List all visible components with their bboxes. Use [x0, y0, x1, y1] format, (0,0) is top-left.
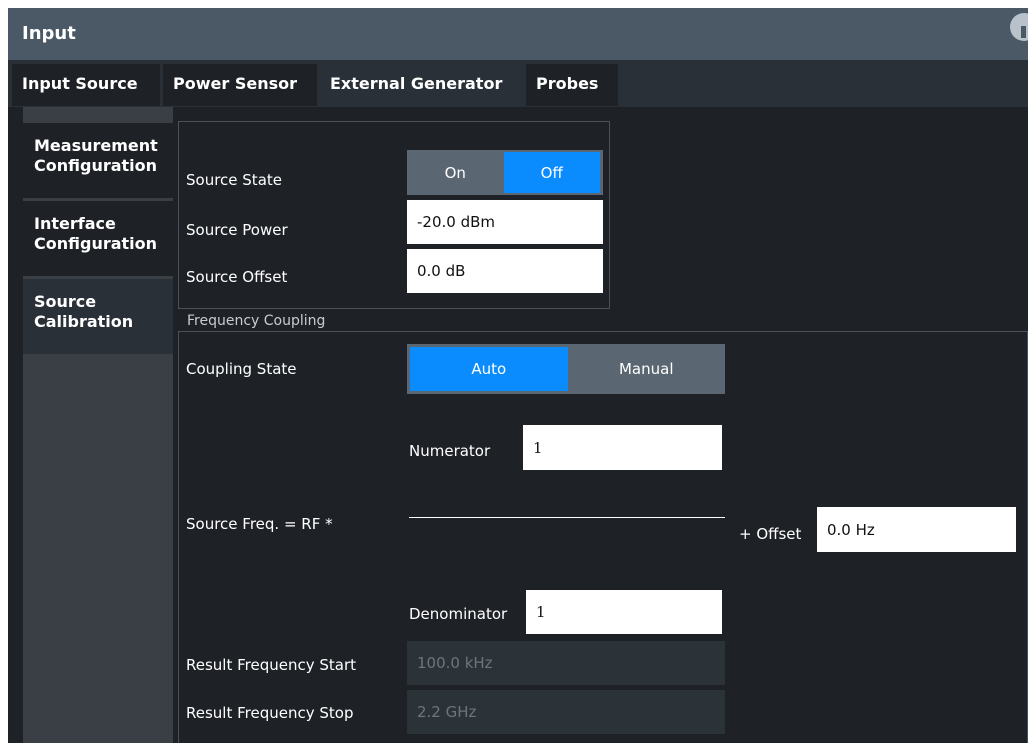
frequency-coupling-group-label: Frequency Coupling: [187, 313, 326, 329]
numerator-field[interactable]: 1: [523, 425, 722, 470]
title-bar: Input: [8, 8, 1028, 60]
denominator-label: Denominator: [409, 605, 508, 623]
result-frequency-stop-value: 2.2 GHz: [407, 690, 725, 734]
sidebar: Measurement Configuration Interface Conf…: [23, 107, 173, 743]
input-dialog: Input Input Source Power Sensor External…: [8, 8, 1028, 743]
coupling-manual-option[interactable]: Manual: [568, 344, 726, 394]
coupling-auto-option[interactable]: Auto: [410, 347, 568, 391]
dialog-title: Input: [22, 23, 76, 44]
close-icon[interactable]: [1010, 13, 1028, 41]
coupling-state-label: Coupling State: [186, 360, 297, 378]
source-offset-field[interactable]: 0.0 dB: [407, 249, 603, 293]
tab-power-sensor[interactable]: Power Sensor: [163, 64, 317, 106]
content-area: Measurement Configuration Interface Conf…: [8, 107, 1028, 743]
coupling-state-toggle: Auto Manual: [407, 344, 725, 394]
source-offset-label: Source Offset: [186, 268, 288, 286]
result-frequency-stop-label: Result Frequency Stop: [186, 704, 354, 722]
tab-probes[interactable]: Probes: [526, 64, 618, 106]
result-frequency-start-label: Result Frequency Start: [186, 656, 357, 674]
denominator-field[interactable]: 1: [526, 590, 722, 634]
tab-external-generator[interactable]: External Generator: [320, 64, 528, 106]
result-frequency-start-value: 100.0 kHz: [407, 641, 725, 685]
source-state-label: Source State: [186, 171, 282, 189]
source-state-off-option[interactable]: Off: [503, 152, 600, 193]
source-state-on-option[interactable]: On: [407, 150, 504, 195]
source-power-label: Source Power: [186, 221, 288, 239]
sidebar-item-measurement-configuration[interactable]: Measurement Configuration: [23, 123, 173, 198]
frequency-offset-field[interactable]: 0.0 Hz: [817, 507, 1016, 552]
source-state-toggle: On Off: [407, 150, 603, 195]
source-freq-formula-label: Source Freq. = RF *: [186, 515, 333, 533]
source-power-field[interactable]: -20.0 dBm: [407, 200, 603, 244]
sidebar-item-source-calibration[interactable]: Source Calibration: [23, 279, 173, 354]
offset-label: + Offset: [739, 525, 802, 543]
numerator-label: Numerator: [409, 442, 491, 460]
tab-input-source[interactable]: Input Source: [12, 64, 160, 106]
sidebar-item-interface-configuration[interactable]: Interface Configuration: [23, 201, 173, 276]
fraction-line: [409, 517, 725, 518]
tab-bar: Input Source Power Sensor External Gener…: [8, 60, 1028, 107]
